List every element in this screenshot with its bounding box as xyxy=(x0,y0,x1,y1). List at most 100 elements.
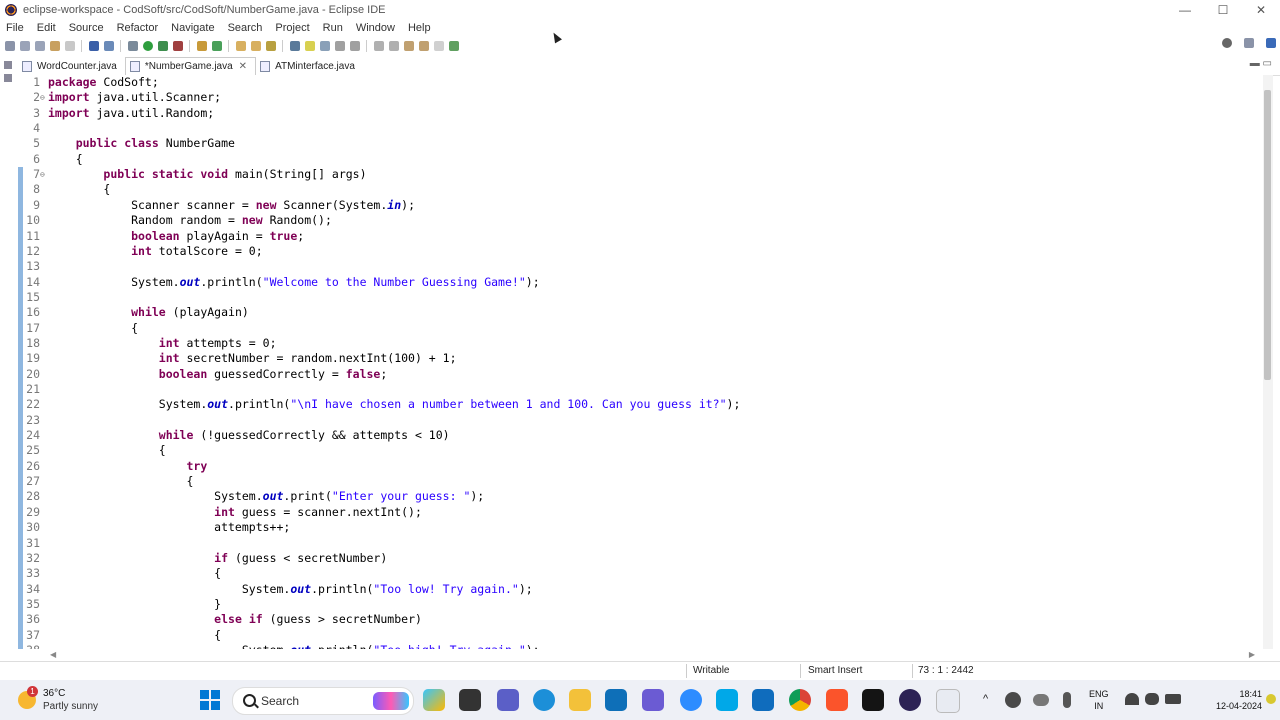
volume-muted-icon[interactable] xyxy=(1145,693,1159,705)
toggle-block-selection-icon[interactable] xyxy=(320,40,330,51)
menu-navigate[interactable]: Navigate xyxy=(171,22,214,34)
next-annotation-icon[interactable] xyxy=(374,40,384,51)
sync-icon[interactable] xyxy=(1005,692,1021,708)
java-file-icon xyxy=(22,61,32,72)
vertical-scrollbar[interactable] xyxy=(1263,75,1273,649)
coverage-icon[interactable] xyxy=(158,40,168,51)
menu-window[interactable]: Window xyxy=(356,22,395,34)
java-file-icon xyxy=(129,61,140,72)
eclipse-taskbar-icon[interactable] xyxy=(899,689,921,711)
tab-numbergame[interactable]: *NumberGame.java ✕ xyxy=(124,57,257,75)
search-toolbar-icon[interactable] xyxy=(266,40,276,51)
scrollbar-thumb[interactable] xyxy=(1264,90,1271,380)
terminal-icon[interactable] xyxy=(89,40,99,51)
line-number: 33 xyxy=(26,566,40,581)
menu-project[interactable]: Project xyxy=(275,22,309,34)
toggle-mark-occurrences-icon[interactable] xyxy=(290,40,300,51)
tab-wordcounter[interactable]: WordCounter.java xyxy=(18,58,125,75)
taskbar-search[interactable]: Search xyxy=(232,687,414,715)
horizontal-scrollbar[interactable]: ◀ ▶ xyxy=(50,650,1255,660)
new-java-class-icon[interactable] xyxy=(212,40,222,51)
save-all-icon[interactable] xyxy=(35,40,45,51)
forward-icon[interactable] xyxy=(434,40,444,51)
fold-toggle-icon[interactable]: ⊖ xyxy=(40,90,48,105)
snipping-tool-icon[interactable] xyxy=(936,689,960,713)
show-whitespace-icon[interactable] xyxy=(335,40,345,51)
start-button[interactable] xyxy=(200,690,220,710)
tab-atminterface[interactable]: ATMinterface.java xyxy=(256,58,363,75)
menu-refactor[interactable]: Refactor xyxy=(117,22,159,34)
package-explorer-icon[interactable] xyxy=(4,74,12,82)
clock[interactable]: 18:41 12-04-2024 xyxy=(1216,688,1262,712)
menu-search[interactable]: Search xyxy=(228,22,263,34)
search-highlight-icon xyxy=(373,692,409,710)
pin-editor-icon[interactable] xyxy=(449,40,459,51)
fold-toggle-icon[interactable]: ⊖ xyxy=(40,167,48,182)
notifications-icon[interactable] xyxy=(1266,694,1276,704)
minimize-button[interactable]: — xyxy=(1166,0,1204,20)
status-bar: Writable Smart Insert 73 : 1 : 2442 xyxy=(0,661,1280,680)
open-type-icon[interactable] xyxy=(236,40,246,51)
microphone-icon[interactable] xyxy=(1063,692,1071,708)
onedrive-icon[interactable] xyxy=(1033,694,1049,706)
restore-icon[interactable] xyxy=(4,61,12,69)
run-icon[interactable] xyxy=(143,40,153,51)
line-number: 28 xyxy=(26,489,40,504)
undo-icon[interactable] xyxy=(50,40,60,51)
task-view-icon[interactable] xyxy=(459,689,481,711)
scroll-left-icon[interactable]: ◀ xyxy=(50,650,56,659)
copilot-app-icon[interactable] xyxy=(642,689,664,711)
pilcrow-icon[interactable] xyxy=(350,40,360,51)
tab-label: *NumberGame.java xyxy=(144,61,233,72)
line-number: 6 xyxy=(33,151,40,166)
calculator-app-icon[interactable] xyxy=(605,689,627,711)
external-tools-icon[interactable] xyxy=(173,40,183,51)
previous-annotation-icon[interactable] xyxy=(389,40,399,51)
copilot-icon[interactable] xyxy=(423,689,445,711)
menu-run[interactable]: Run xyxy=(323,22,343,34)
line-number: 5 xyxy=(33,136,40,151)
back-icon[interactable] xyxy=(419,40,429,51)
menu-file[interactable]: File xyxy=(6,22,24,34)
open-task-icon[interactable] xyxy=(251,40,261,51)
chrome-icon[interactable] xyxy=(789,689,811,711)
weather-widget[interactable]: 1 36°C Partly sunny xyxy=(16,686,126,716)
wifi-icon[interactable] xyxy=(1125,693,1139,705)
minimize-maximize-icon[interactable]: ▬ ▭ xyxy=(1250,58,1272,69)
menu-edit[interactable]: Edit xyxy=(37,22,56,34)
close-button[interactable]: ✕ xyxy=(1242,0,1280,20)
skip-breakpoints-icon[interactable] xyxy=(104,40,114,51)
line-number: 24 xyxy=(26,428,40,443)
close-tab-icon[interactable]: ✕ xyxy=(239,61,247,72)
netflix-icon[interactable] xyxy=(862,689,884,711)
status-cursor-position: 73 : 1 : 2442 xyxy=(918,665,974,676)
brave-icon[interactable] xyxy=(826,689,848,711)
redo-icon[interactable] xyxy=(65,40,75,51)
line-number: 21 xyxy=(26,382,40,396)
scroll-right-icon[interactable]: ▶ xyxy=(1249,650,1255,659)
new-java-package-icon[interactable] xyxy=(197,40,207,51)
tray-chevron-icon[interactable]: ^ xyxy=(983,693,988,705)
debug-icon[interactable] xyxy=(128,40,138,51)
java-perspective-icon[interactable] xyxy=(1266,38,1276,48)
teams-icon[interactable] xyxy=(497,689,519,711)
code-editor[interactable]: 1 package CodSoft; 2 ⊖ import java.util.Scan… xyxy=(18,75,1263,649)
search-icon[interactable] xyxy=(1222,38,1232,48)
last-edit-location-icon[interactable] xyxy=(404,40,414,51)
line-number: 29 xyxy=(26,504,40,519)
edge-icon[interactable] xyxy=(533,689,555,711)
new-icon[interactable] xyxy=(5,40,15,51)
battery-icon[interactable] xyxy=(1165,694,1181,704)
language-indicator[interactable]: ENG IN xyxy=(1089,688,1109,712)
toolbar-separator xyxy=(81,39,82,52)
mail-icon[interactable] xyxy=(752,689,774,711)
toggle-highlight-icon[interactable] xyxy=(305,40,315,51)
open-perspective-icon[interactable] xyxy=(1244,38,1254,48)
menu-source[interactable]: Source xyxy=(69,22,104,34)
save-icon[interactable] xyxy=(20,40,30,51)
menu-help[interactable]: Help xyxy=(408,22,431,34)
file-explorer-icon[interactable] xyxy=(569,689,591,711)
skype-icon[interactable] xyxy=(716,689,738,711)
maximize-button[interactable]: ☐ xyxy=(1204,0,1242,20)
zoom-icon[interactable] xyxy=(680,689,702,711)
